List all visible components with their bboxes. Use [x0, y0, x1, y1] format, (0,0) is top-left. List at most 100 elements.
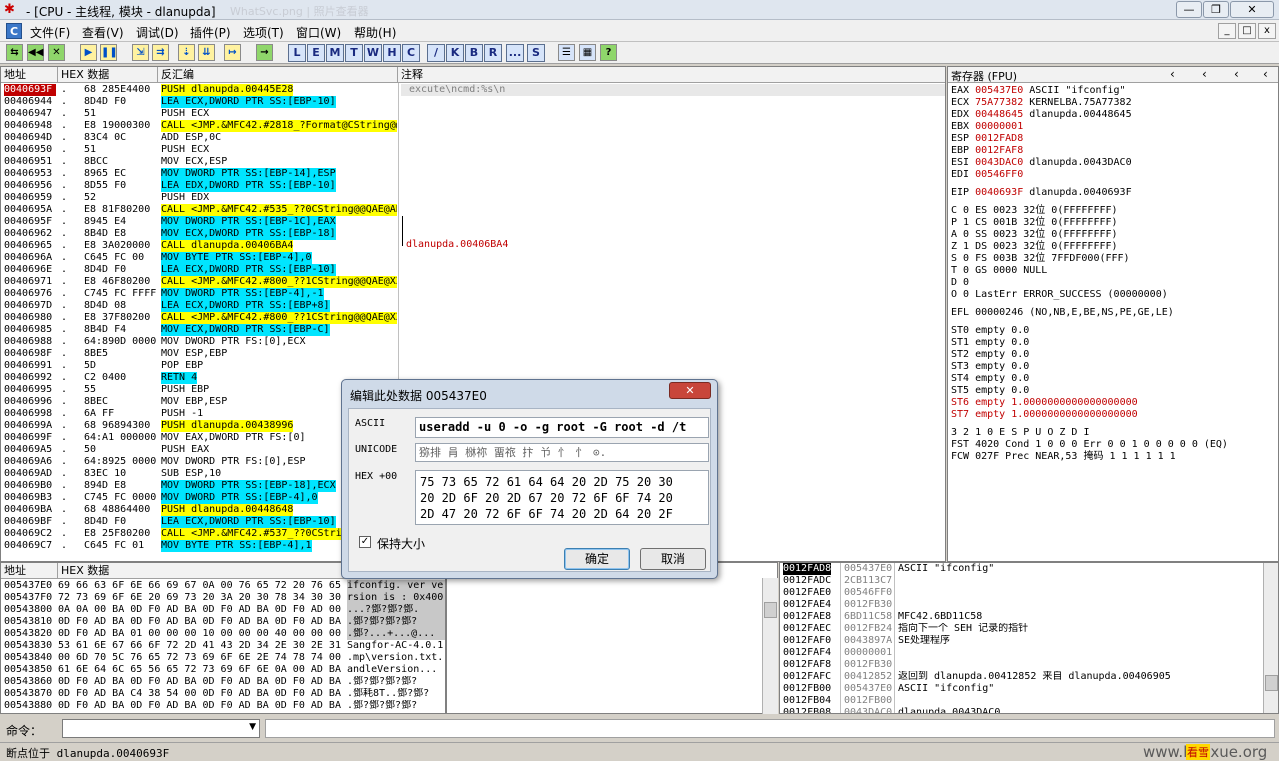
stack-row[interactable]: 0012FAF8 0012FB30: [780, 659, 1263, 671]
stack-row[interactable]: 0012FAEC 0012FB24 指向下一个 SEH 记录的指针: [780, 623, 1263, 635]
dump-row[interactable]: 00543820 0D F0 AD BA 01 00 00 00 10 00 00…: [1, 628, 445, 640]
stack-row[interactable]: 0012FB04 0012FB00: [780, 695, 1263, 707]
stack-pane[interactable]: 0012FAD8 005437E0 ASCII "ifconfig" 0012FADC…: [779, 562, 1279, 714]
stack-row[interactable]: 0012FADC 2CB113C7: [780, 575, 1263, 587]
disasm-row[interactable]: 00406996. 8BEC MOV EBP,ESP: [1, 396, 398, 408]
disasm-row[interactable]: 0040696E. 8D4D F0 LEA ECX,DWORD PTR SS:[EB…: [1, 264, 398, 276]
dump-row[interactable]: 00543840 00 6D 70 5C 76 65 72 73 69 6F 6E…: [1, 652, 445, 664]
menu-file[interactable]: 文件(F): [30, 24, 70, 41]
dump-row[interactable]: 00543830 53 61 6E 67 66 6F 72 2D 41 43 2D…: [1, 640, 445, 652]
dump-row[interactable]: 00543880 0D F0 AD BA 0D F0 AD BA 0D F0 AD…: [1, 700, 445, 712]
help-button[interactable]: ?: [600, 44, 617, 61]
stack-row[interactable]: 0012FAF4 00000001: [780, 647, 1263, 659]
close-debuggee-icon[interactable]: ✕: [48, 44, 65, 61]
unicode-input[interactable]: 猕排 肙 椕祢 畱祣 抃 兯 忄 忄 ⊙.: [415, 443, 709, 462]
menu-view[interactable]: 查看(V): [82, 24, 124, 41]
disasm-row[interactable]: 00406950. 51 PUSH ECX: [1, 144, 398, 156]
dump-row[interactable]: 00543800 0A 0A 00 BA 0D F0 AD BA 0D F0 AD…: [1, 604, 445, 616]
execute-till-return-icon[interactable]: ↦: [224, 44, 241, 61]
ok-button[interactable]: 确定: [564, 548, 630, 570]
memory-map-button[interactable]: M: [326, 44, 344, 62]
disasm-row[interactable]: 0040695F. 8945 E4 MOV DWORD PTR SS:[EBP-1C…: [1, 216, 398, 228]
close-button[interactable]: ✕: [1230, 1, 1274, 18]
disasm-row[interactable]: 004069BF. 8D4D F0 LEA ECX,DWORD PTR SS:[EB…: [1, 516, 398, 528]
goto-icon[interactable]: →: [256, 44, 273, 61]
disasm-row[interactable]: 00406998. 6A FF PUSH -1: [1, 408, 398, 420]
eip-row[interactable]: EIP 0040693F dlanupda.0040693F: [951, 187, 1132, 199]
register-row[interactable]: EDX 00448645 dlanupda.00448645: [951, 109, 1132, 121]
disasm-row[interactable]: 00406992. C2 0400 RETN 4: [1, 372, 398, 384]
register-row[interactable]: ESP 0012FAD8: [951, 133, 1029, 145]
dump-row[interactable]: 00543870 0D F0 AD BA C4 38 54 00 0D F0 AD…: [1, 688, 445, 700]
disasm-row[interactable]: 004069A6. 64:8925 00000 MOV DWORD PTR FS:[…: [1, 456, 398, 468]
dump-row[interactable]: 00543860 0D F0 AD BA 0D F0 AD BA 0D F0 AD…: [1, 676, 445, 688]
chevron-left-icon[interactable]: ‹: [1234, 67, 1239, 81]
disasm-row[interactable]: 0040695A. E8 81F80200 CALL <JMP.&MFC42.#53…: [1, 204, 398, 216]
disasm-row[interactable]: 004069A5. 50 PUSH EAX: [1, 444, 398, 456]
trace-into-icon[interactable]: ⇣: [178, 44, 195, 61]
disasm-header-comment[interactable]: 注释: [398, 67, 945, 83]
disasm-row[interactable]: 00406976. C745 FC FFFFF MOV DWORD PTR SS:[…: [1, 288, 398, 300]
dump-scroll-thumb[interactable]: [764, 602, 777, 618]
disasm-row[interactable]: 00406988. 64:890D 00000 MOV DWORD PTR FS:[…: [1, 336, 398, 348]
dump-header-address[interactable]: 地址: [1, 563, 58, 579]
disasm-row[interactable]: 00406953. 8965 EC MOV DWORD PTR SS:[EBP-14…: [1, 168, 398, 180]
stack-row[interactable]: 0012FB08 0043DAC0 dlanupda.0043DAC0: [780, 707, 1263, 713]
disasm-row[interactable]: 00406995. 55 PUSH EBP: [1, 384, 398, 396]
disasm-row[interactable]: 00406985. 8B4D F4 MOV ECX,DWORD PTR SS:[EB…: [1, 324, 398, 336]
maximize-button[interactable]: ❐: [1203, 1, 1229, 18]
list-icon[interactable]: ☰: [558, 44, 575, 61]
disasm-row[interactable]: 0040694D. 83C4 0C ADD ESP,0C: [1, 132, 398, 144]
mdi-maximize-button[interactable]: □: [1238, 23, 1256, 39]
disasm-row[interactable]: 00406951. 8BCC MOV ECX,ESP: [1, 156, 398, 168]
stack-row[interactable]: 0012FAE0 00546FF0: [780, 587, 1263, 599]
log-window-button[interactable]: L: [288, 44, 306, 62]
dump-row[interactable]: 005437E0 69 66 63 6F 6E 66 69 67 0A 00 76…: [1, 580, 445, 592]
run-trace-button[interactable]: ...: [506, 44, 524, 62]
step-into-icon[interactable]: ⇲: [132, 44, 149, 61]
disasm-row[interactable]: 00406948. E8 19000300 CALL <JMP.&MFC42.#28…: [1, 120, 398, 132]
stack-row[interactable]: 0012FB00 005437E0 ASCII "ifconfig": [780, 683, 1263, 695]
disasm-row[interactable]: 004069BA. 68 48864400 PUSH dlanupda.004486…: [1, 504, 398, 516]
stack-row[interactable]: 0012FAFC 00412852 返回到 dlanupda.00412852 来自…: [780, 671, 1263, 683]
disasm-row[interactable]: 00406991. 5D POP EBP: [1, 360, 398, 372]
disasm-row[interactable]: 00406962. 8B4D E8 MOV ECX,DWORD PTR SS:[EB…: [1, 228, 398, 240]
mdi-close-button[interactable]: x: [1258, 23, 1276, 39]
cpu-button[interactable]: C: [402, 44, 420, 62]
pause-icon[interactable]: ❚❚: [100, 44, 118, 61]
source-button[interactable]: S: [527, 44, 545, 62]
menu-options[interactable]: 选项(T): [243, 24, 284, 41]
run-icon[interactable]: ▶: [80, 44, 97, 61]
disasm-row[interactable]: 00406944. 8D4D F0 LEA ECX,DWORD PTR SS:[EB…: [1, 96, 398, 108]
register-row[interactable]: EAX 005437E0 ASCII "ifconfig": [951, 85, 1126, 97]
disasm-row[interactable]: 004069B0. 894D E8 MOV DWORD PTR SS:[EBP-18…: [1, 480, 398, 492]
register-row[interactable]: EBP 0012FAF8: [951, 145, 1029, 157]
stack-row[interactable]: 0012FAF0 0043897A SE处理程序: [780, 635, 1263, 647]
call-stack-button[interactable]: K: [446, 44, 464, 62]
memory-dump-pane[interactable]: 地址 HEX 数据 005437E0 69 66 63 6F 6E 66 69 6…: [0, 562, 446, 714]
dump-row[interactable]: 00543850 61 6E 64 6C 65 56 65 72 73 69 6F…: [1, 664, 445, 676]
breakpoints-button[interactable]: B: [465, 44, 483, 62]
trace-over-icon[interactable]: ⇊: [198, 44, 215, 61]
disasm-row[interactable]: 0040696A. C645 FC 00 MOV BYTE PTR SS:[EBP-…: [1, 252, 398, 264]
disasm-row[interactable]: 004069AD. 83EC 10 SUB ESP,10: [1, 468, 398, 480]
dropdown-arrow-icon[interactable]: ▼: [249, 722, 256, 732]
hex-input[interactable]: 75 73 65 72 61 64 64 20 2D 75 20 30 20 2…: [415, 470, 709, 525]
dump-row[interactable]: 00543810 0D F0 AD BA 0D F0 AD BA 0D F0 AD…: [1, 616, 445, 628]
disasm-row[interactable]: 00406980. E8 37F80200 CALL <JMP.&MFC42.#80…: [1, 312, 398, 324]
disasm-row[interactable]: 004069C2. E8 25F80200 CALL <JMP.&MFC42.#53…: [1, 528, 398, 540]
dump-scrollbar[interactable]: [762, 578, 778, 714]
menu-help[interactable]: 帮助(H): [354, 24, 396, 41]
dump-row[interactable]: 005437F0 72 73 69 6F 6E 20 69 73 20 3A 20…: [1, 592, 445, 604]
grid-icon[interactable]: ▦: [579, 44, 596, 61]
disasm-row[interactable]: 0040699F. 64:A1 0000000 MOV EAX,DWORD PTR …: [1, 432, 398, 444]
chevron-left-icon[interactable]: ‹: [1170, 67, 1175, 81]
menu-debug[interactable]: 调试(D): [136, 24, 179, 41]
stack-row[interactable]: 0012FAE4 0012FB30: [780, 599, 1263, 611]
stack-row[interactable]: 0012FAE8 6BD11C58 MFC42.6BD11C58: [780, 611, 1263, 623]
mdi-minimize-button[interactable]: _: [1218, 23, 1236, 39]
restart-icon[interactable]: ◀◀: [27, 44, 44, 61]
cancel-button[interactable]: 取消: [640, 548, 706, 570]
disasm-row[interactable]: 00406956. 8D55 F0 LEA EDX,DWORD PTR SS:[EB…: [1, 180, 398, 192]
registers-pane[interactable]: 寄存器 (FPU) ‹ ‹ ‹ ‹ EAX 005437E0 ASCII "ifco…: [947, 66, 1279, 562]
